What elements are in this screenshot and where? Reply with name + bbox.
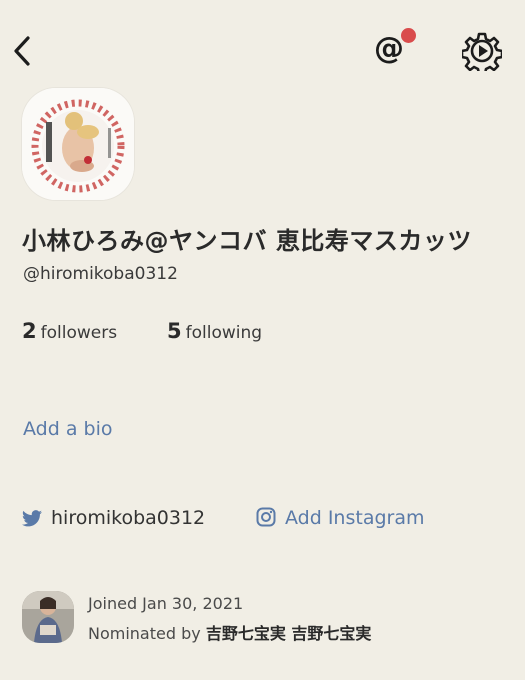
nominator-name[interactable]: 吉野七宝実 吉野七宝実 (206, 624, 372, 643)
follow-stats: 2 followers 5 following (22, 319, 262, 343)
username: @hiromikoba0312 (23, 264, 178, 284)
profile-photo (22, 88, 134, 200)
followers-count: 2 (22, 319, 37, 343)
nominator-photo (22, 591, 74, 643)
nominated-by: Nominated by 吉野七宝実 吉野七宝実 (88, 620, 371, 644)
back-button[interactable] (8, 32, 38, 70)
instagram-icon (256, 507, 276, 527)
settings-button[interactable] (460, 31, 504, 76)
nominated-prefix: Nominated by (88, 624, 206, 643)
at-sign-icon: @ (374, 31, 404, 66)
following-stat[interactable]: 5 following (167, 319, 262, 343)
following-count: 5 (167, 319, 182, 343)
twitter-link[interactable]: hiromikoba0312 (22, 507, 205, 529)
chevron-left-icon (14, 36, 30, 66)
gear-icon (460, 32, 504, 76)
profile-avatar[interactable] (22, 88, 134, 200)
nominator-avatar[interactable] (22, 591, 74, 643)
add-instagram-link[interactable]: Add Instagram (256, 507, 425, 529)
followers-stat[interactable]: 2 followers (22, 319, 117, 343)
notification-dot (401, 28, 416, 43)
add-bio-link[interactable]: Add a bio (23, 418, 112, 440)
twitter-icon (22, 510, 42, 527)
joined-date: Joined Jan 30, 2021 (88, 594, 244, 613)
display-name: 小林ひろみ@ヤンコバ 恵比寿マスカッツ (22, 227, 472, 255)
following-label: following (185, 323, 263, 343)
twitter-handle: hiromikoba0312 (51, 507, 206, 529)
instagram-label: Add Instagram (285, 507, 425, 529)
mentions-button[interactable]: @ (372, 28, 416, 70)
followers-label: followers (40, 323, 118, 343)
